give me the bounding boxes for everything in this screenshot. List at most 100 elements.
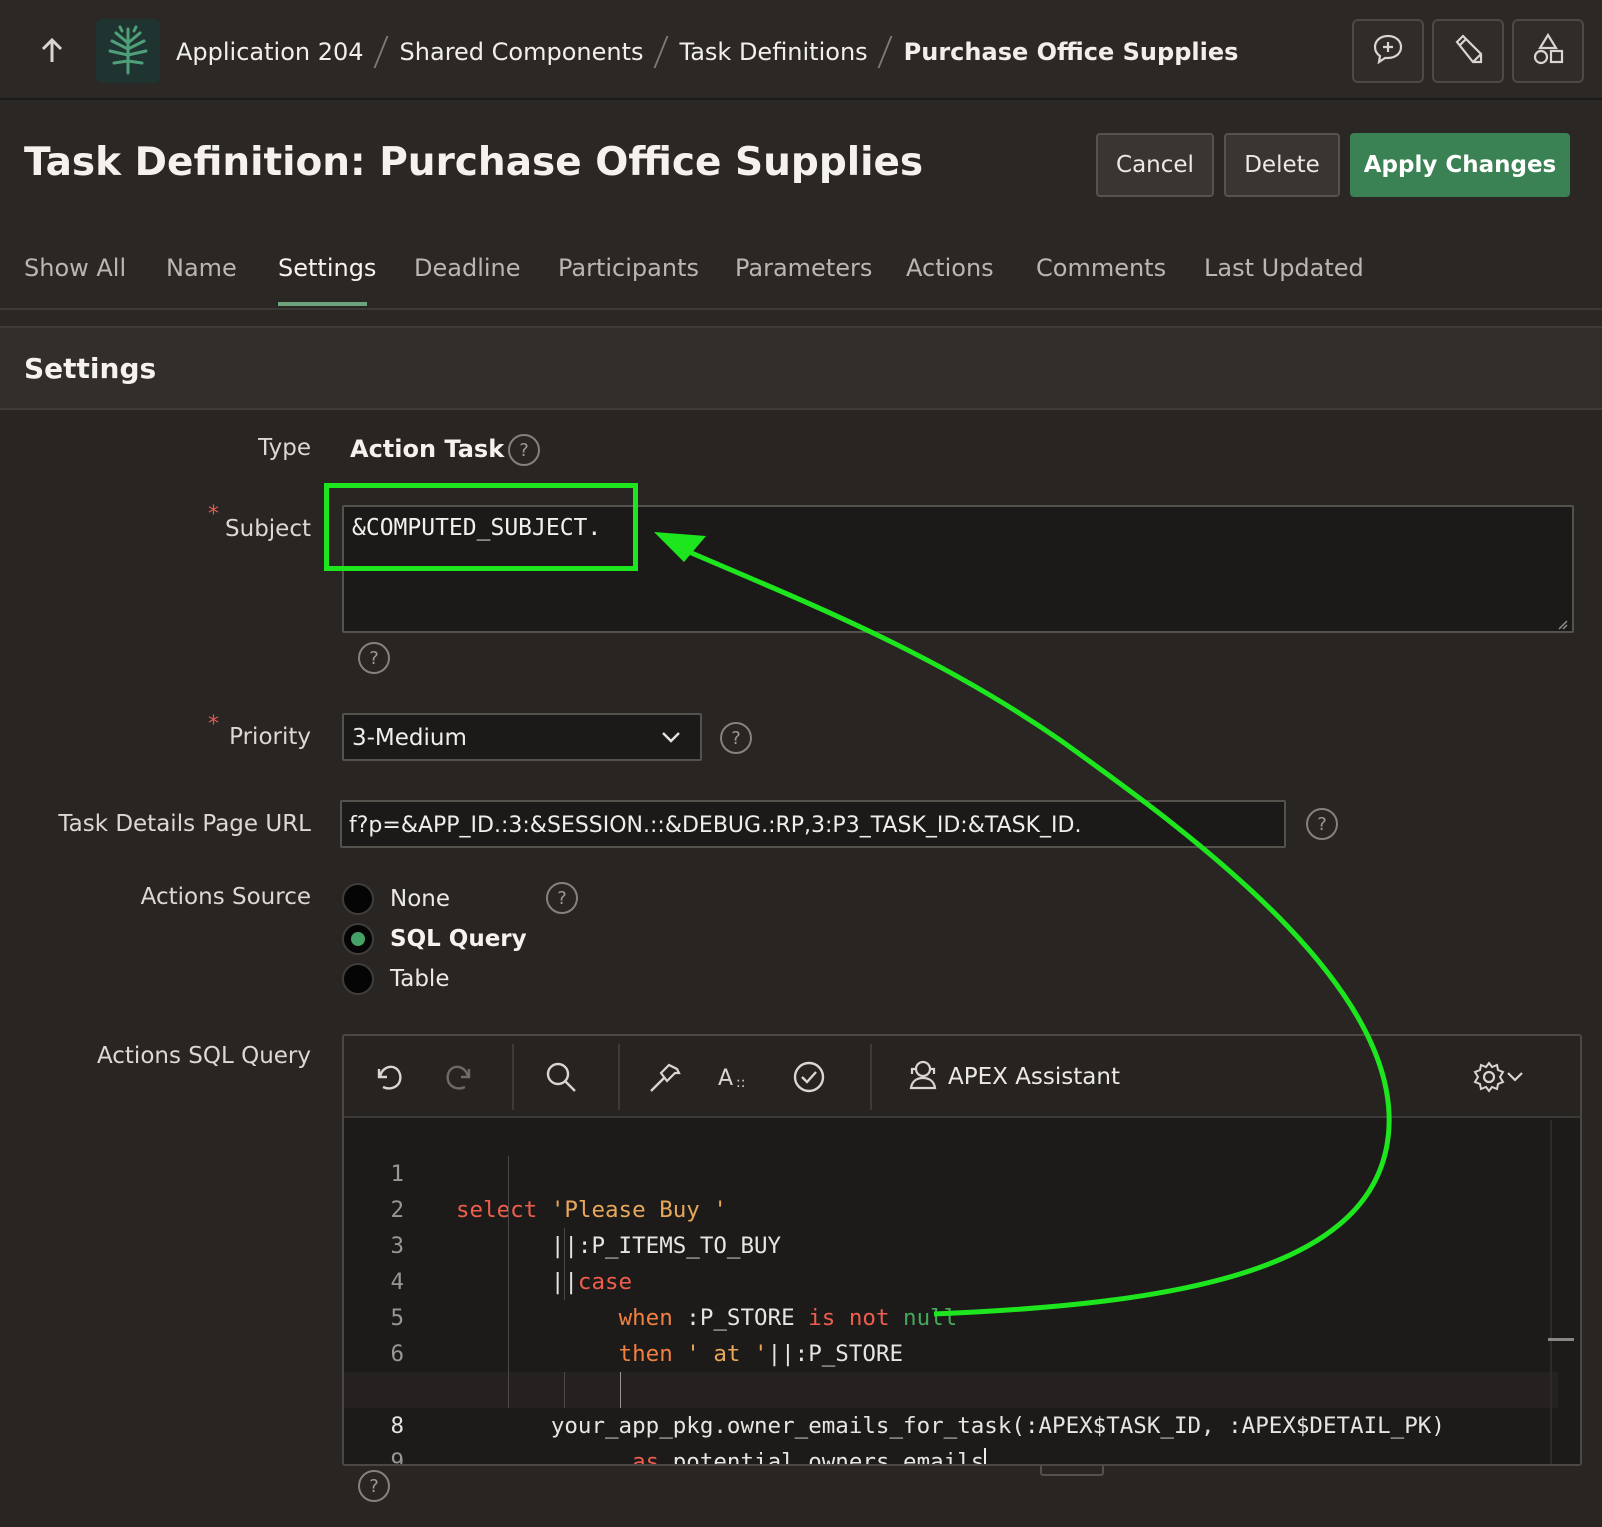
radio-label: SQL Query	[390, 926, 527, 952]
editor-toolbar: A:: APEX Assistant	[344, 1036, 1580, 1118]
resize-handle-icon[interactable]	[1556, 615, 1568, 630]
assistant-label: APEX Assistant	[948, 1064, 1120, 1090]
navigate-up-icon[interactable]	[38, 34, 66, 68]
svg-text:A: A	[718, 1066, 733, 1091]
breadcrumb-separator	[877, 36, 893, 68]
delete-button[interactable]: Delete	[1224, 133, 1340, 197]
apex-assistant-button[interactable]: APEX Assistant	[906, 1058, 1120, 1096]
tab-settings[interactable]: Settings	[278, 254, 376, 282]
shapes-icon	[1531, 32, 1565, 70]
actions-source-label: Actions Source	[140, 884, 311, 910]
toolbar-separator	[512, 1044, 514, 1110]
search-icon[interactable]	[542, 1058, 580, 1096]
pencil-ruler-icon	[1451, 32, 1485, 70]
subject-highlight-box	[324, 483, 638, 571]
subject-label: Subject	[225, 516, 311, 542]
hammer-icon[interactable]	[646, 1058, 684, 1096]
code-line-current: 8 as potential_owners_emails	[344, 1372, 1558, 1464]
section-tabs: Show All Name Settings Deadline Particip…	[0, 240, 1602, 310]
app-logo[interactable]	[96, 19, 160, 83]
help-icon[interactable]: ?	[1306, 808, 1338, 840]
indent-guide	[564, 1372, 565, 1408]
tab-parameters[interactable]: Parameters	[735, 254, 872, 282]
editor-resize-handle[interactable]	[1040, 1466, 1104, 1476]
tab-name[interactable]: Name	[166, 254, 237, 282]
help-icon[interactable]: ?	[508, 434, 540, 466]
radio-label: Table	[390, 966, 450, 992]
line-number: 9	[390, 1449, 404, 1466]
actions-sql-label: Actions SQL Query	[96, 1043, 311, 1069]
breadcrumb-current: Purchase Office Supplies	[903, 38, 1239, 66]
required-indicator: *	[208, 712, 219, 737]
task-details-url-input[interactable]: f?p=&APP_ID.:3:&SESSION.::&DEBUG.:RP,3:P…	[340, 800, 1286, 848]
chevron-down-icon	[660, 729, 682, 749]
breadcrumb-separator	[653, 36, 668, 68]
breadcrumb-shared-components[interactable]: Shared Components	[400, 38, 644, 66]
indent-guide	[564, 1228, 565, 1300]
shared-components-button[interactable]	[1512, 19, 1584, 83]
redo-icon[interactable]	[440, 1058, 478, 1096]
priority-label: Priority	[229, 724, 311, 750]
indent-guide	[508, 1156, 509, 1408]
code-line: 4 when :P_STORE is not null	[344, 1228, 1558, 1331]
code-line: 2 ||:P_ITEMS_TO_BUY	[344, 1156, 1558, 1259]
chevron-down-icon[interactable]	[1502, 1058, 1528, 1096]
radio-button-selected[interactable]	[342, 923, 374, 955]
code-line: 5 then ' at '||:P_STORE	[344, 1264, 1558, 1367]
page-title: Task Definition: Purchase Office Supplie…	[24, 140, 924, 185]
code-line: 6 end as computed_subject,	[344, 1300, 1558, 1403]
indent-guide	[620, 1372, 621, 1408]
format-icon[interactable]: A::	[716, 1058, 760, 1096]
code-line: 7 your_app_pkg.owner_emails_for_task(:AP…	[344, 1336, 1558, 1439]
type-label: Type	[258, 435, 311, 461]
breadcrumb-task-definitions[interactable]: Task Definitions	[680, 38, 868, 66]
tabs-divider	[0, 308, 1602, 326]
assistant-icon	[906, 1057, 940, 1097]
priority-select[interactable]: 3-Medium	[342, 713, 702, 761]
help-icon[interactable]: ?	[546, 882, 578, 914]
type-value: Action Task	[350, 435, 505, 463]
active-tab-indicator	[278, 302, 367, 306]
top-bar: Application 204 Shared Components Task D…	[0, 0, 1602, 100]
breadcrumb-separator	[373, 36, 389, 68]
sql-code-editor[interactable]: A:: APEX Assistant 1 select 'Please Buy …	[342, 1034, 1582, 1466]
tab-deadline[interactable]: Deadline	[414, 254, 521, 282]
scroll-marker	[1548, 1338, 1574, 1341]
edit-tools-button[interactable]	[1432, 19, 1504, 83]
radio-none[interactable]: None	[342, 882, 450, 916]
apply-changes-button[interactable]: Apply Changes	[1350, 133, 1570, 197]
task-details-url-label: Task Details Page URL	[58, 811, 311, 837]
breadcrumb-application[interactable]: Application 204	[176, 38, 364, 66]
cancel-button[interactable]: Cancel	[1096, 133, 1214, 197]
settings-region-header: Settings	[0, 326, 1602, 410]
add-comment-button[interactable]	[1352, 19, 1424, 83]
help-icon[interactable]: ?	[358, 642, 390, 674]
tab-show-all[interactable]: Show All	[24, 254, 126, 282]
code-area[interactable]: 1 select 'Please Buy ' 2 ||:P_ITEMS_TO_B…	[344, 1120, 1580, 1464]
undo-icon[interactable]	[370, 1058, 408, 1096]
toolbar-separator	[618, 1044, 620, 1110]
tab-last-updated[interactable]: Last Updated	[1204, 254, 1364, 282]
breadcrumb: Application 204 Shared Components Task D…	[176, 30, 1238, 74]
toolbar-separator	[870, 1044, 872, 1110]
code-line: 9 from dual	[344, 1408, 1558, 1464]
help-icon[interactable]: ?	[358, 1470, 390, 1502]
radio-button[interactable]	[342, 963, 374, 995]
tab-participants[interactable]: Participants	[558, 254, 699, 282]
code-line: 3 ||case	[344, 1192, 1558, 1295]
region-title: Settings	[24, 352, 157, 385]
radio-sql-query[interactable]: SQL Query	[342, 922, 527, 956]
task-details-url-value: f?p=&APP_ID.:3:&SESSION.::&DEBUG.:RP,3:P…	[349, 813, 1082, 838]
radio-button[interactable]	[342, 883, 374, 915]
required-indicator: *	[208, 502, 219, 527]
tab-comments[interactable]: Comments	[1036, 254, 1166, 282]
code-line: 1 select 'Please Buy '	[344, 1120, 1558, 1223]
svg-text:::: ::	[736, 1075, 745, 1091]
validate-check-icon[interactable]	[790, 1058, 828, 1096]
tab-actions[interactable]: Actions	[906, 254, 994, 282]
add-comment-icon	[1371, 32, 1405, 70]
radio-table[interactable]: Table	[342, 962, 449, 996]
help-icon[interactable]: ?	[720, 722, 752, 754]
radio-label: None	[390, 886, 451, 912]
editor-scrollbar[interactable]	[1548, 1120, 1580, 1464]
